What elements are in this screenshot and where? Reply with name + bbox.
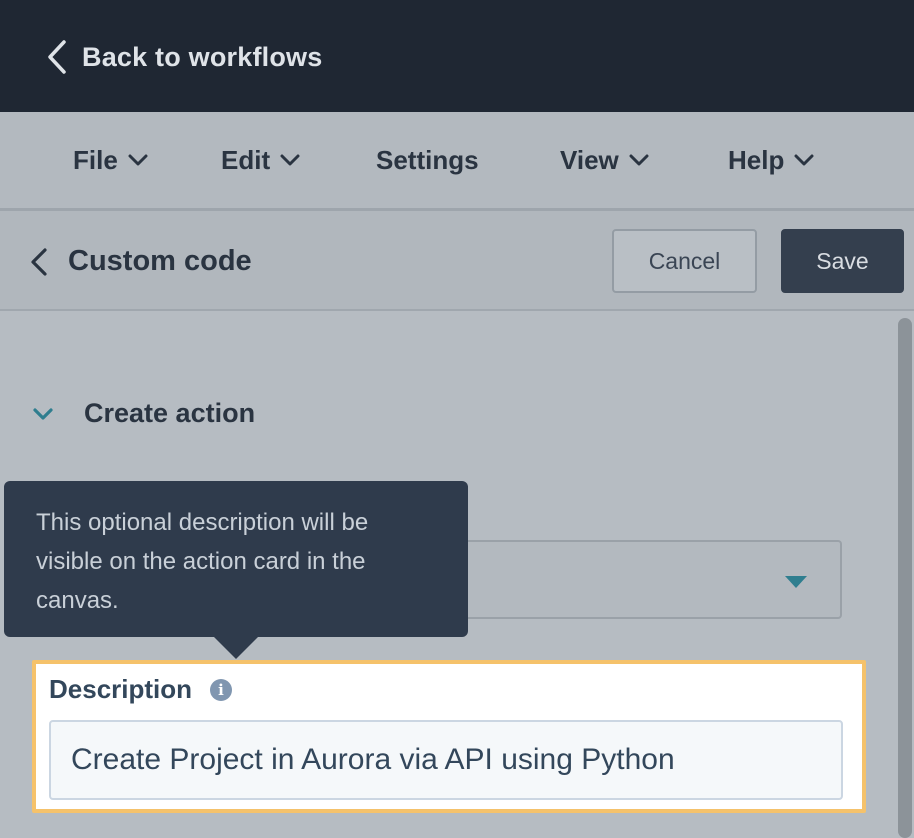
save-button[interactable]: Save	[781, 229, 904, 293]
menu-view-label: View	[560, 144, 619, 175]
menu-edit-label: Edit	[221, 144, 271, 175]
description-label-row: Description i	[49, 674, 233, 705]
back-to-workflows-label: Back to workflows	[82, 41, 323, 72]
menu-settings[interactable]: Settings	[376, 142, 479, 178]
dropdown-select[interactable]	[448, 540, 842, 619]
description-input[interactable]: Create Project in Aurora via API using P…	[49, 720, 843, 800]
description-label: Description	[49, 674, 193, 704]
chevron-down-icon	[33, 407, 53, 420]
chevron-left-icon	[31, 247, 47, 276]
caret-down-icon	[785, 576, 807, 588]
panel-back-button[interactable]: Custom code	[30, 245, 252, 278]
top-bar: Back to workflows	[0, 0, 914, 112]
panel-title: Custom code	[68, 245, 252, 277]
chevron-down-icon	[128, 154, 148, 166]
menu-help-label: Help	[728, 144, 785, 175]
menu-file-label: File	[73, 144, 118, 175]
section-title: Create action	[84, 398, 256, 428]
chevron-down-icon	[794, 154, 814, 166]
tooltip-arrow	[214, 637, 258, 659]
description-field-group: Description i Create Project in Aurora v…	[32, 660, 866, 813]
description-tooltip: This optional description will be visibl…	[4, 481, 468, 637]
chevron-down-icon	[629, 154, 649, 166]
cancel-button[interactable]: Cancel	[612, 229, 757, 293]
menu-settings-label: Settings	[376, 144, 479, 175]
menu-bar: File Edit Settings View Help	[0, 112, 914, 211]
chevron-down-icon	[280, 154, 300, 166]
info-icon[interactable]: i	[210, 678, 233, 701]
panel-header: Custom code Cancel Save	[0, 211, 914, 311]
scrollbar-thumb[interactable]	[898, 318, 912, 838]
menu-help[interactable]: Help	[728, 142, 814, 178]
menu-file[interactable]: File	[73, 142, 148, 178]
back-to-workflows-link[interactable]: Back to workflows	[46, 38, 322, 76]
create-action-section-toggle[interactable]: Create action	[32, 398, 255, 429]
menu-edit[interactable]: Edit	[221, 142, 300, 178]
chevron-left-icon	[48, 40, 66, 74]
menu-view[interactable]: View	[560, 142, 649, 178]
